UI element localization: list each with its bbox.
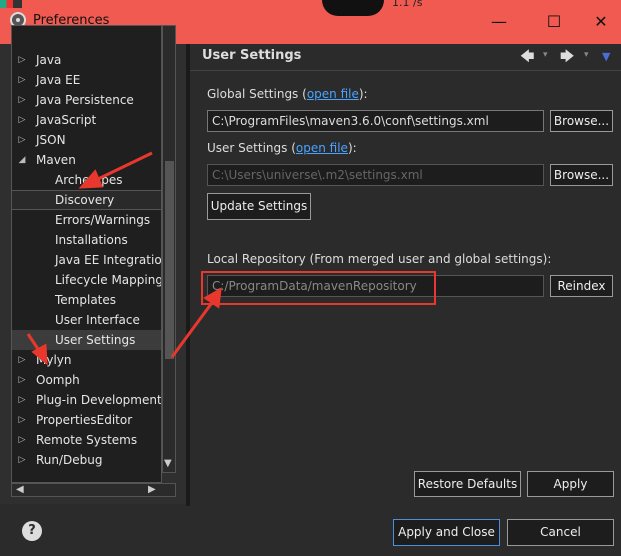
arrow-to-maven bbox=[95, 151, 153, 182]
arrow-to-local-repo bbox=[170, 299, 216, 358]
arrow-head-icon bbox=[78, 169, 104, 189]
annotation-arrows bbox=[26, 151, 222, 366]
arrow-head-icon bbox=[203, 287, 222, 309]
